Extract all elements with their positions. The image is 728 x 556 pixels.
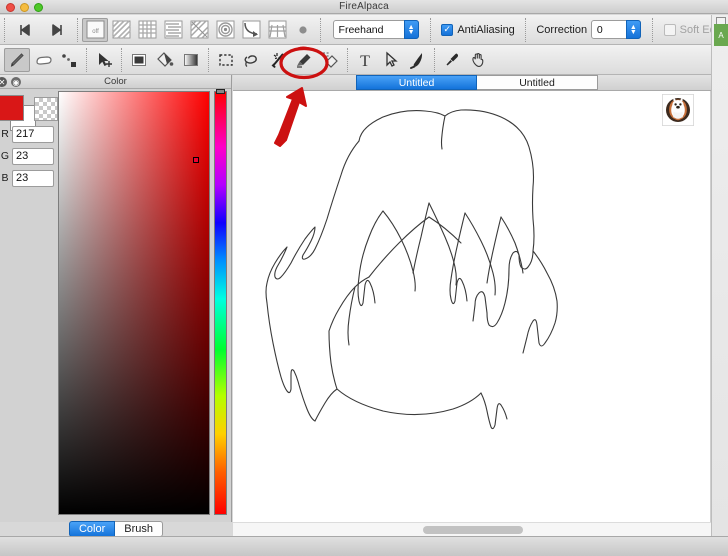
svg-text:T: T (360, 53, 370, 70)
step-backward-icon[interactable] (9, 18, 41, 42)
character-head-drawing (265, 109, 558, 430)
select-tool[interactable] (213, 48, 239, 72)
texture-off-button[interactable]: off (82, 17, 108, 42)
bucket-tool[interactable] (152, 48, 178, 72)
window-title: FireAlpaca (339, 1, 389, 12)
magic-wand-tool[interactable] (265, 48, 291, 72)
tools-toolbar: T (0, 45, 728, 75)
texture-concentric-button[interactable] (212, 18, 238, 42)
rgb-label-b: B (1, 172, 9, 184)
document-tab-bar: Untitled Untitled (233, 75, 711, 91)
toolbar-separator (347, 47, 348, 72)
hue-cursor[interactable] (216, 89, 225, 94)
toolbar-separator (434, 47, 435, 72)
right-window-edge (711, 15, 728, 536)
texture-cross-diagonal-button[interactable] (186, 18, 212, 42)
options-toolbar: off Freehand ▲ ▼ ✓ AntiAliasing Correcti… (0, 15, 728, 45)
document-tab-2[interactable]: Untitled (477, 75, 598, 90)
gradient-tool[interactable] (178, 48, 204, 72)
select-eraser-tool[interactable] (317, 48, 343, 72)
toolbar-separator (77, 17, 78, 42)
blur-tool[interactable] (56, 48, 82, 72)
hand-tool[interactable] (465, 48, 491, 72)
step-forward-icon[interactable] (41, 18, 73, 42)
correction-label: Correction (536, 23, 588, 36)
green-side-chip: A (714, 24, 728, 46)
rgb-row-g: G 23 (0, 145, 54, 167)
move-tool[interactable] (91, 48, 117, 72)
select-pen-tool[interactable] (291, 48, 317, 72)
checkbox-checked-icon: ✓ (441, 23, 454, 36)
toolbar-separator (208, 47, 209, 72)
rgb-row-b: B 23 (0, 167, 54, 189)
tab-color[interactable]: Color (68, 521, 116, 537)
toolbar-separator (525, 17, 527, 42)
toolbar-separator (86, 47, 87, 72)
texture-diagonal-lines-button[interactable] (108, 18, 134, 42)
antialiasing-checkbox[interactable]: ✓ AntiAliasing (441, 23, 515, 36)
lasso-tool[interactable] (239, 48, 265, 72)
title-bar: FireAlpaca (0, 0, 728, 14)
sv-cursor[interactable] (193, 157, 199, 163)
correction-value: 0 (596, 23, 603, 36)
chevron-updown-icon[interactable]: ▲ ▼ (403, 20, 419, 39)
drawing-canvas[interactable] (233, 91, 711, 522)
texture-horizontal-lines-button[interactable] (160, 18, 186, 42)
rgb-label-r: R (1, 128, 9, 140)
texture-grid-button[interactable] (134, 18, 160, 42)
texture-perspective-grid-button[interactable] (264, 18, 290, 42)
knife-tool[interactable] (404, 48, 430, 72)
foreground-color-swatch[interactable] (0, 95, 24, 121)
saturation-value-field[interactable] (58, 91, 210, 515)
horizontal-scrollbar[interactable] (233, 522, 711, 536)
rgb-label-g: G (0, 150, 10, 162)
svg-text:off: off (92, 29, 99, 35)
firealpaca-window: FireAlpaca off Freehand ▲ ▼ ✓ AntiAliasi… (0, 0, 728, 556)
hue-slider[interactable] (214, 91, 227, 515)
rgb-row-r: R 217 (0, 123, 54, 145)
color-panel-header: ✕ ◉ Color (0, 75, 231, 89)
rgb-input-b[interactable]: 23 (12, 169, 54, 187)
color-panel: ✕ ◉ Color R 217 G 23 B 23 (0, 75, 232, 522)
fill-tool[interactable] (126, 48, 152, 72)
correction-input[interactable]: 0 ▲ ▼ (590, 20, 641, 39)
texture-dot-button[interactable] (290, 18, 316, 42)
antialiasing-label: AntiAliasing (457, 23, 515, 36)
rgb-input-r[interactable]: 217 (12, 125, 54, 143)
rgb-input-g[interactable]: 23 (12, 147, 54, 165)
toolbar-separator (652, 17, 654, 42)
rgb-inputs: R 217 G 23 B 23 (0, 123, 54, 189)
brush-mode-select[interactable]: Freehand ▲ ▼ (332, 20, 419, 39)
pencil-tool[interactable] (4, 47, 30, 72)
chevron-updown-icon[interactable]: ▲ ▼ (625, 20, 641, 39)
tab-brush[interactable]: Brush (115, 521, 164, 537)
toolbar-separator (320, 17, 321, 42)
brush-mode-value: Freehand (338, 23, 384, 36)
document-tab-1[interactable]: Untitled (356, 75, 477, 90)
status-bar (0, 536, 728, 556)
transparent-color-swatch[interactable] (34, 97, 58, 121)
toolbar-separator (430, 17, 432, 42)
toolbar-separator (4, 17, 5, 42)
texture-curve-button[interactable] (238, 18, 264, 42)
eraser-tool[interactable] (30, 48, 56, 72)
sv-gradient (59, 92, 209, 514)
eyedropper-tool[interactable] (439, 48, 465, 72)
toolbar-separator (121, 47, 122, 72)
color-panel-title: Color (104, 76, 127, 87)
text-tool[interactable]: T (352, 48, 378, 72)
horizontal-scrollbar-thumb[interactable] (423, 526, 523, 534)
checkbox-unchecked-icon: ✓ (663, 23, 676, 36)
operation-tool[interactable] (378, 48, 404, 72)
